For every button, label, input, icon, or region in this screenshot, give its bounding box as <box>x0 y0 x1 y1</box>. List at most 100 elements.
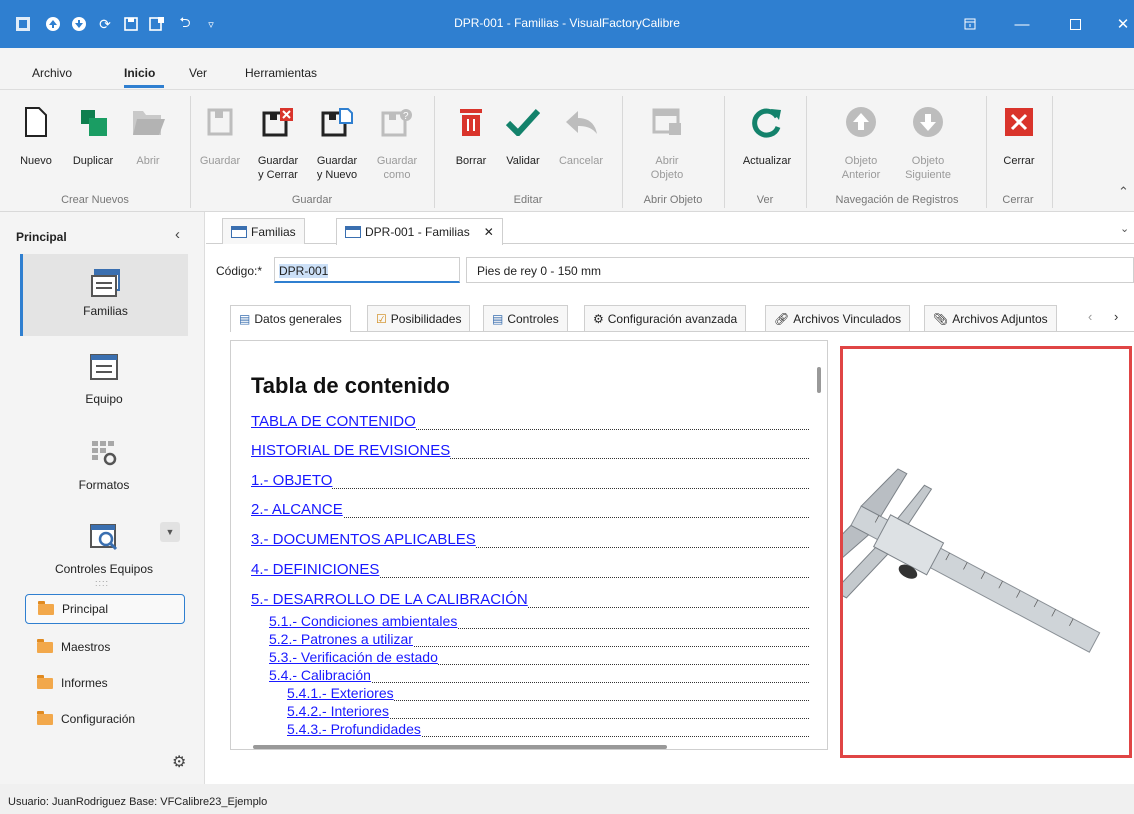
tab-dpr-001[interactable]: DPR-001 - Familias ✕ <box>336 218 503 245</box>
nav-list-principal[interactable]: Principal <box>25 594 185 624</box>
nav-list-informes[interactable]: Informes <box>25 668 185 698</box>
tab-familias[interactable]: Familias <box>222 218 305 244</box>
save-new-icon <box>311 100 363 144</box>
menu-inicio[interactable]: Inicio <box>124 66 155 80</box>
cerrar-button[interactable]: Cerrar <box>996 100 1042 168</box>
toc-list: TABLA DE CONTENIDO HISTORIAL DE REVISIONE… <box>231 341 827 737</box>
toc-entry-link[interactable]: 5.4.1.- Exteriores <box>287 685 394 701</box>
nuevo-label: Nuevo <box>20 155 52 167</box>
abrir-objeto-button[interactable]: Abrir Objeto <box>636 100 698 182</box>
document-viewer[interactable]: Tabla de contenido TABLA DE CONTENIDO HIS… <box>230 340 828 750</box>
settings-gear-icon[interactable]: ⚙ <box>172 752 186 772</box>
refresh-icon <box>734 100 800 144</box>
collapse-pane-icon[interactable]: ‹ <box>175 226 180 243</box>
group-abrir-objeto: Abrir Objeto <box>643 194 703 206</box>
tabs-scroll-left-icon[interactable]: ‹ <box>1088 309 1092 324</box>
guardar-button[interactable]: Guardar <box>196 100 244 168</box>
active-menu-indicator <box>124 85 164 88</box>
toc-entry-link[interactable]: 5.3.- Verificación de estado <box>269 649 438 665</box>
tabs-scroll-right-icon[interactable]: › <box>1114 309 1118 324</box>
abrir-button[interactable]: Abrir <box>128 100 168 168</box>
maximize-icon[interactable] <box>1060 10 1090 38</box>
toc-entry-link[interactable]: 4.- DEFINICIONES <box>251 561 380 578</box>
description-input[interactable]: Pies de rey 0 - 150 mm <box>466 257 1134 283</box>
toc-entry-link[interactable]: 5.4.3.- Profundidades <box>287 721 421 737</box>
objeto-siguiente-button[interactable]: Objeto Siguiente <box>898 100 958 182</box>
ribbon-separator <box>190 96 191 208</box>
new-document-icon <box>16 100 56 144</box>
toc-entry-link[interactable]: TABLA DE CONTENIDO <box>251 413 416 430</box>
title-bar: ⟳ ⮌ ▿ DPR-001 - Familias - VisualFactory… <box>0 0 1134 48</box>
nav-equipo[interactable]: Equipo <box>20 348 188 418</box>
pane-title: Principal <box>16 230 67 244</box>
tab-datos-generales[interactable]: ▤ Datos generales <box>230 305 351 332</box>
tab-archivos-adjuntos[interactable]: 📎︎ Archivos Adjuntos <box>924 305 1057 331</box>
nuevo-button[interactable]: Nuevo <box>16 100 56 168</box>
formatos-icon <box>89 438 119 468</box>
toc-entry-link[interactable]: 1.- OBJETO <box>251 472 333 489</box>
cancelar-label: Cancelar <box>558 155 604 167</box>
tab-archivos-vinculados-label: Archivos Vinculados <box>793 311 902 326</box>
save-icon <box>196 100 244 144</box>
horizontal-scrollbar[interactable] <box>253 745 667 749</box>
toc-entry-link[interactable]: 5.- DESARROLLO DE LA CALIBRACIÓN <box>251 591 528 608</box>
toc-entry-link[interactable]: 3.- DOCUMENTOS APLICABLES <box>251 531 476 548</box>
menu-ver[interactable]: Ver <box>189 66 207 80</box>
tab-archivos-vinculados[interactable]: 🔗︎ Archivos Vinculados <box>765 305 911 331</box>
codigo-value: DPR-001 <box>279 264 329 278</box>
close-window-icon[interactable]: ✕ <box>1108 10 1134 38</box>
duplicar-button[interactable]: Duplicar <box>65 100 121 168</box>
guardar-cerrar-button[interactable]: Guardar y Cerrar <box>252 100 304 182</box>
guardar-como-button[interactable]: ? Guardar como <box>372 100 422 182</box>
guardar-label: Guardar <box>199 155 241 167</box>
image-preview[interactable] <box>840 346 1132 758</box>
menu-herramientas[interactable]: Herramientas <box>245 66 317 80</box>
splitter-grip-icon[interactable]: :::: <box>95 578 109 588</box>
tab-list-dropdown-icon[interactable]: ⌄ <box>1120 222 1129 235</box>
tab-controles[interactable]: ▤ Controles <box>483 305 568 331</box>
menu-archivo[interactable]: Archivo <box>32 66 72 80</box>
guardar-nuevo-button[interactable]: Guardar y Nuevo <box>311 100 363 182</box>
folder-icon <box>37 638 53 653</box>
trash-icon <box>446 100 496 144</box>
group-navegacion: Navegación de Registros <box>835 194 959 206</box>
tab-posibilidades[interactable]: ☑ Posibilidades <box>367 305 471 331</box>
group-guardar: Guardar <box>291 194 333 206</box>
status-text: Usuario: JuanRodriguez Base: VFCalibre23… <box>8 796 268 808</box>
toc-entry-link[interactable]: HISTORIAL DE REVISIONES <box>251 442 451 459</box>
expand-more-icon[interactable]: ▼ <box>160 522 180 542</box>
abrir-label: Abrir <box>136 155 160 167</box>
objeto-anterior-button[interactable]: Objeto Anterior <box>836 100 886 182</box>
group-cerrar: Cerrar <box>1002 194 1034 206</box>
nav-familias[interactable]: Familias <box>20 254 188 336</box>
tab-configuracion-avanzada[interactable]: ⚙ Configuración avanzada <box>584 305 747 331</box>
borrar-button[interactable]: Borrar <box>446 100 496 168</box>
ribbon-separator <box>806 96 807 208</box>
gears-icon: ⚙ <box>593 311 604 326</box>
folder-icon <box>37 674 53 689</box>
nav-list-configuracion[interactable]: Configuración <box>25 704 185 734</box>
cancelar-button[interactable]: Cancelar <box>552 100 610 168</box>
toc-entry-link[interactable]: 5.4.- Calibración <box>269 667 371 683</box>
toc-entry-link[interactable]: 5.4.2.- Interiores <box>287 703 389 719</box>
validar-button[interactable]: Validar <box>500 100 546 168</box>
ribbon: Nuevo Duplicar Abrir Crear Nuevos Guarda… <box>0 90 1134 212</box>
tab-dpr-001-label: DPR-001 - Familias <box>365 225 470 239</box>
codigo-input[interactable]: DPR-001 <box>274 257 460 283</box>
close-tab-icon[interactable]: ✕ <box>484 225 494 239</box>
nav-list-informes-label: Informes <box>61 676 108 690</box>
guardar-cerrar-label-1: Guardar <box>257 155 299 167</box>
nav-list-maestros[interactable]: Maestros <box>25 632 185 662</box>
ribbon-display-icon[interactable] <box>955 10 985 38</box>
nav-formatos[interactable]: Formatos <box>20 434 188 504</box>
nav-list-configuracion-label: Configuración <box>61 712 136 726</box>
minimize-icon[interactable]: — <box>1007 10 1037 38</box>
toc-entry-link[interactable]: 5.1.- Condiciones ambientales <box>269 613 458 629</box>
left-navigation-pane: Principal ‹ Familias Equipo Formatos Con… <box>0 212 205 784</box>
toc-entry-link[interactable]: 2.- ALCANCE <box>251 501 343 518</box>
toc-entry-link[interactable]: 5.2.- Patrones a utilizar <box>269 631 413 647</box>
actualizar-button[interactable]: Actualizar <box>734 100 800 168</box>
open-object-icon <box>636 100 698 144</box>
collapse-ribbon-icon[interactable]: ⌃ <box>1118 184 1129 200</box>
vertical-scrollbar[interactable] <box>817 367 821 393</box>
